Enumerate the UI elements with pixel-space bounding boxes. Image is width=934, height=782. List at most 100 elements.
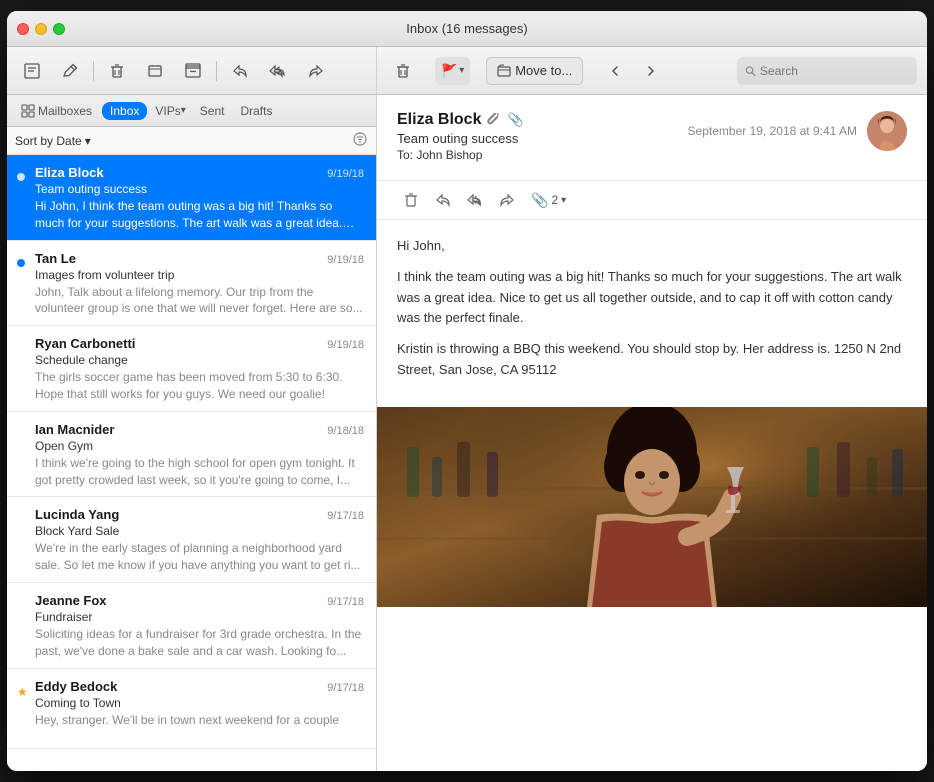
email-subject: Schedule change (35, 353, 364, 367)
email-subject: Block Yard Sale (35, 524, 364, 538)
email-preview: The girls soccer game has been moved fro… (35, 369, 364, 403)
email-preview: Soliciting ideas for a fundraiser for 3r… (35, 626, 364, 660)
sort-bar: Sort by Date ▾ (7, 127, 376, 155)
tab-sent[interactable]: Sent (194, 102, 231, 120)
email-body: Hi John, I think the team outing was a b… (377, 220, 927, 407)
email-detail: Eliza Block 📎 Team outing success To: Jo… (377, 95, 927, 771)
sender-name: Eliza Block (35, 165, 104, 180)
traffic-lights (17, 23, 65, 35)
sender-name: Eddy Bedock (35, 679, 117, 694)
compose-button[interactable] (15, 57, 49, 85)
new-compose-button[interactable] (53, 57, 87, 85)
attachment-clip: 📎 (507, 112, 523, 128)
tab-vips[interactable]: VIPs ▾ (151, 102, 189, 120)
move-to-icon (497, 64, 511, 78)
email-date: 9/19/18 (327, 168, 364, 180)
right-panel: 🚩 ▾ Move to... (377, 47, 927, 771)
left-panel: Mailboxes Inbox VIPs ▾ Sent Drafts Sort … (7, 47, 377, 771)
attachments-button[interactable]: 📎 2 ▾ (525, 190, 572, 211)
email-to: To: John Bishop (397, 148, 688, 162)
tab-mailboxes[interactable]: Mailboxes (15, 102, 98, 120)
body-line-1: Hi John, (397, 236, 907, 257)
trash-button[interactable] (100, 57, 134, 85)
sender-avatar (867, 111, 907, 151)
detail-action-reply[interactable] (429, 187, 457, 213)
email-subject: Open Gym (35, 439, 364, 453)
tab-inbox[interactable]: Inbox (102, 102, 147, 120)
left-toolbar (7, 47, 376, 95)
mail-window: Inbox (16 messages) (7, 11, 927, 771)
email-date-avatar: September 19, 2018 at 9:41 AM (688, 111, 907, 151)
nav-prev-button[interactable] (599, 57, 631, 85)
body-line-3: Kristin is throwing a BBQ this weekend. … (397, 339, 907, 381)
attachment-indicator (487, 113, 501, 127)
sort-by-date[interactable]: Sort by Date ▾ (15, 134, 91, 148)
email-subject-detail: Team outing success (397, 131, 688, 146)
mailboxes-label: Mailboxes (38, 104, 92, 118)
photo-illustration (377, 407, 927, 607)
detail-action-reply-all[interactable] (461, 187, 489, 213)
email-date: 9/19/18 (327, 254, 364, 266)
email-subject: Team outing success (35, 182, 364, 196)
email-item-2[interactable]: Tan Le 9/19/18 Images from volunteer tri… (7, 241, 376, 327)
junk-button[interactable] (138, 57, 172, 85)
search-input[interactable] (760, 64, 909, 78)
mailboxes-icon (21, 104, 35, 118)
attachment-count: 2 (551, 193, 558, 207)
email-subject: Fundraiser (35, 610, 364, 624)
email-item-7[interactable]: ★ Eddy Bedock 9/17/18 Coming to Town Hey… (7, 669, 376, 749)
tab-drafts[interactable]: Drafts (234, 102, 278, 120)
avatar-image (867, 111, 907, 151)
email-header: Eliza Block 📎 Team outing success To: Jo… (377, 95, 927, 181)
flag-button[interactable]: 🚩 ▾ (435, 57, 470, 85)
detail-action-bar: 📎 2 ▾ (377, 181, 927, 220)
email-date: 9/18/18 (327, 425, 364, 437)
sender-name: Tan Le (35, 251, 76, 266)
body-line-2: I think the team outing was a big hit! T… (397, 267, 907, 329)
sort-chevron: ▾ (85, 134, 91, 148)
paperclip-icon: 📎 (531, 192, 548, 209)
email-date: 9/19/18 (327, 339, 364, 351)
unread-indicator (17, 173, 25, 181)
mailbox-tabs: Mailboxes Inbox VIPs ▾ Sent Drafts (7, 95, 376, 127)
maximize-button[interactable] (53, 23, 65, 35)
close-button[interactable] (17, 23, 29, 35)
email-date: 9/17/18 (327, 596, 364, 608)
email-preview: I think we're going to the high school f… (35, 455, 364, 489)
email-item-1[interactable]: Eliza Block 9/19/18 Team outing success … (7, 155, 376, 241)
flag-chevron: ▾ (459, 65, 464, 76)
minimize-button[interactable] (35, 23, 47, 35)
reply-all-button[interactable] (261, 57, 295, 85)
main-content: Mailboxes Inbox VIPs ▾ Sent Drafts Sort … (7, 47, 927, 771)
nav-next-button[interactable] (635, 57, 667, 85)
divider-2 (216, 61, 217, 81)
move-to-button[interactable]: Move to... (486, 57, 583, 85)
unread-indicator (17, 259, 25, 267)
email-preview: John, Talk about a lifelong memory. Our … (35, 284, 364, 318)
email-date: 9/17/18 (327, 510, 364, 522)
detail-trash-button[interactable] (387, 57, 419, 85)
filter-icon[interactable] (352, 131, 368, 150)
email-item-6[interactable]: Jeanne Fox 9/17/18 Fundraiser Soliciting… (7, 583, 376, 669)
reply-button[interactable] (223, 57, 257, 85)
forward-button[interactable] (299, 57, 333, 85)
email-from-info: Eliza Block 📎 Team outing success To: Jo… (397, 111, 688, 162)
email-from-name: Eliza Block 📎 (397, 111, 688, 129)
flag-icon: 🚩 (441, 63, 457, 79)
sender-name: Lucinda Yang (35, 507, 119, 522)
email-preview: We're in the early stages of planning a … (35, 540, 364, 574)
vips-chevron: ▾ (181, 105, 186, 116)
attachment-chevron: ▾ (561, 195, 566, 206)
email-preview: Hi John, I think the team outing was a b… (35, 198, 364, 232)
sender-name: Ryan Carbonetti (35, 336, 135, 351)
detail-action-forward[interactable] (493, 187, 521, 213)
email-item-4[interactable]: Ian Macnider 9/18/18 Open Gym I think we… (7, 412, 376, 498)
search-icon (745, 65, 756, 77)
archive-button[interactable] (176, 57, 210, 85)
divider-1 (93, 61, 94, 81)
email-item-3[interactable]: Ryan Carbonetti 9/19/18 Schedule change … (7, 326, 376, 412)
email-timestamp: September 19, 2018 at 9:41 AM (688, 124, 857, 138)
detail-action-trash[interactable] (397, 187, 425, 213)
email-item-5[interactable]: Lucinda Yang 9/17/18 Block Yard Sale We'… (7, 497, 376, 583)
sort-label: Sort by Date (15, 134, 82, 148)
